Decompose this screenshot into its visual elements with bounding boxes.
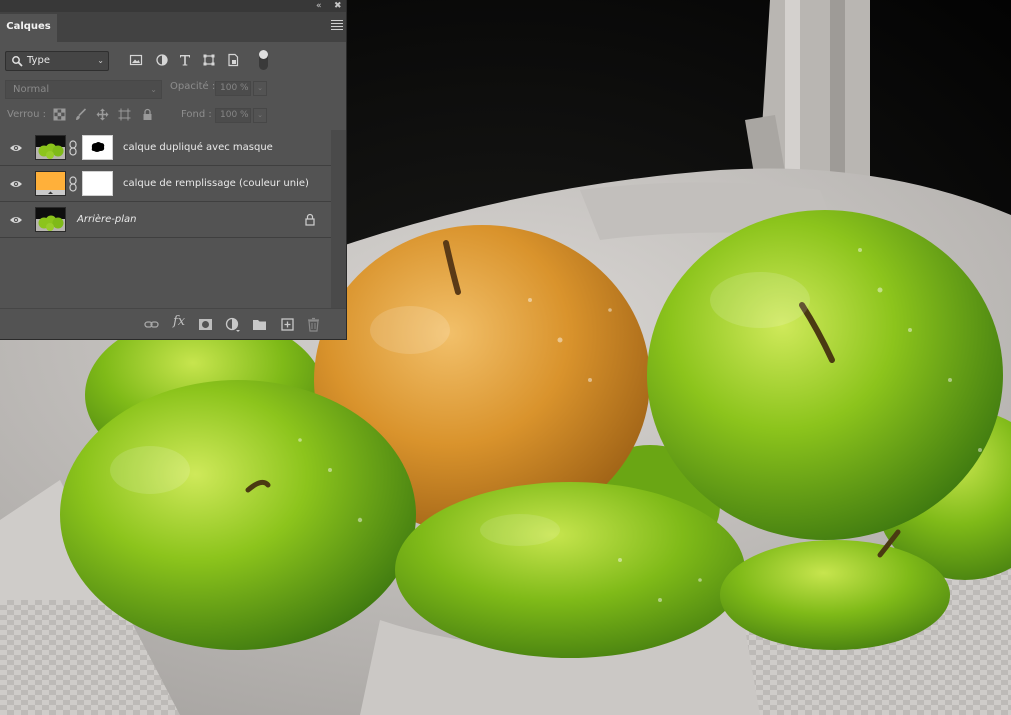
layers-panel: « ✖ Calques Type ⌄ Normal ⌄ Opacité : 10… <box>0 0 347 340</box>
fill-chevron-icon[interactable]: ⌄ <box>253 108 267 123</box>
new-adjustment-icon[interactable] <box>225 317 240 332</box>
layers-list: calque dupliqué avec masque calque de re… <box>0 130 346 308</box>
lock-icon[interactable] <box>304 213 316 226</box>
fill-label: Fond : <box>181 109 212 120</box>
layer-row-fill[interactable]: calque de remplissage (couleur unie) <box>0 166 331 202</box>
lock-position-icon[interactable] <box>96 108 109 121</box>
layer-thumbnail <box>35 207 66 232</box>
lock-transparent-pixels-icon[interactable] <box>53 108 66 121</box>
type-filter-icon[interactable] <box>178 53 192 67</box>
eye-icon[interactable] <box>9 177 23 191</box>
fill-input[interactable]: 100 % <box>215 108 251 123</box>
layer-mask-thumbnail[interactable] <box>82 135 113 160</box>
image-filter-icon[interactable] <box>129 53 143 67</box>
filter-kind-value: Type <box>27 55 50 66</box>
new-layer-icon[interactable] <box>280 317 295 332</box>
opacity-label: Opacité : <box>170 81 216 92</box>
tab-calques[interactable]: Calques <box>0 14 57 42</box>
layer-row-duplicated-mask[interactable]: calque dupliqué avec masque <box>0 130 331 166</box>
filter-kind-select[interactable]: Type ⌄ <box>5 51 109 71</box>
fill-color-thumbnail[interactable] <box>35 171 66 196</box>
chevron-down-icon: ⌄ <box>150 85 157 94</box>
layer-row-background[interactable]: Arrière-plan <box>0 202 331 238</box>
layers-toolbar: fx <box>0 308 346 340</box>
shape-filter-icon[interactable] <box>202 53 216 67</box>
blend-mode-value: Normal <box>13 84 50 95</box>
layers-scrollbar[interactable] <box>331 130 346 308</box>
panel-title-bar: « ✖ <box>0 0 346 12</box>
layer-filter-row: Type ⌄ <box>0 47 346 75</box>
close-icon[interactable]: ✖ <box>334 0 342 12</box>
blend-mode-select[interactable]: Normal ⌄ <box>5 80 162 99</box>
add-mask-icon[interactable] <box>198 317 213 332</box>
filter-toggle[interactable] <box>259 50 268 70</box>
eye-icon[interactable] <box>9 213 23 227</box>
smart-object-filter-icon[interactable] <box>226 53 240 67</box>
search-icon <box>12 56 23 67</box>
lock-label: Verrou : <box>7 109 47 120</box>
layer-name[interactable]: Arrière-plan <box>77 202 136 238</box>
adjustment-filter-icon[interactable] <box>155 53 169 67</box>
lock-row: Verrou : Fond : 100 % ⌄ <box>0 106 346 126</box>
delete-icon[interactable] <box>306 317 321 332</box>
chain-link-icon[interactable] <box>69 140 77 156</box>
link-layers-icon[interactable] <box>144 317 159 332</box>
lock-artboard-icon[interactable] <box>118 108 131 121</box>
collapse-icon[interactable]: « <box>316 0 322 12</box>
opacity-input[interactable]: 100 % <box>215 81 251 96</box>
chain-link-icon[interactable] <box>69 176 77 192</box>
blend-row: Normal ⌄ Opacité : 100 % ⌄ <box>0 78 346 100</box>
layer-thumbnail <box>35 135 66 160</box>
opacity-chevron-icon[interactable]: ⌄ <box>253 81 267 96</box>
panel-menu-icon[interactable] <box>331 20 343 32</box>
layer-name[interactable]: calque de remplissage (couleur unie) <box>123 166 309 202</box>
lock-all-icon[interactable] <box>141 108 154 121</box>
new-group-icon[interactable] <box>252 317 267 332</box>
panel-tab-bar: Calques <box>0 12 346 42</box>
layer-mask-thumbnail[interactable] <box>82 171 113 196</box>
layer-name[interactable]: calque dupliqué avec masque <box>123 130 273 166</box>
layer-style-icon[interactable]: fx <box>173 314 185 329</box>
chevron-down-icon: ⌄ <box>97 56 104 65</box>
eye-icon[interactable] <box>9 141 23 155</box>
lock-image-pixels-icon[interactable] <box>74 108 87 121</box>
